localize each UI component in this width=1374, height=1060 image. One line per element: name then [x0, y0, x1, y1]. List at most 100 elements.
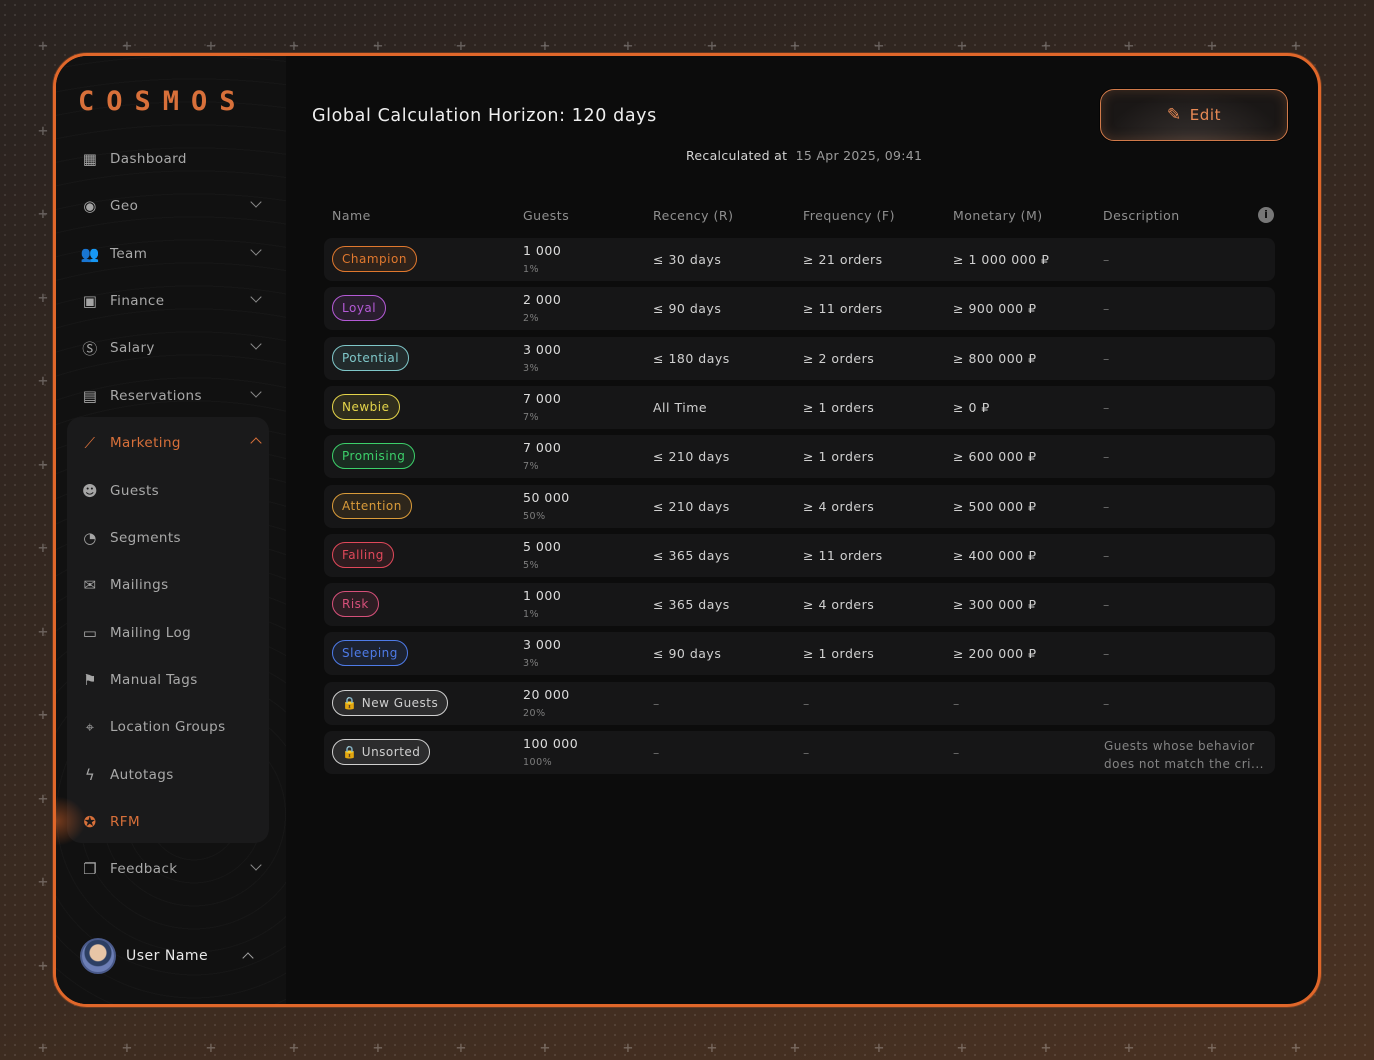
col-frequency[interactable]: Frequency (F): [803, 208, 895, 223]
user-menu[interactable]: User Name: [80, 938, 208, 974]
sidebar-item-guests[interactable]: ☻ Guests: [70, 471, 270, 511]
frequency-value: ≥ 1 orders: [803, 449, 875, 465]
grid-plus: +: [874, 1038, 884, 1057]
frequency-value: ≥ 4 orders: [803, 498, 875, 514]
sidebar-item-autotags[interactable]: ϟ Autotags: [70, 755, 270, 795]
sidebar-item-label: Salary: [110, 340, 155, 356]
table-row[interactable]: Newbie 7 000 7% All Time ≥ 1 orders ≥ 0 …: [324, 385, 1275, 429]
segment-badge[interactable]: Sleeping: [332, 640, 408, 667]
segment-badge[interactable]: Attention: [332, 492, 412, 519]
description-value: –: [1103, 695, 1110, 711]
sidebar-item-label: Guests: [110, 483, 160, 499]
grid-plus: +: [289, 1038, 299, 1057]
table-row[interactable]: 🔒 New Guests 20 000 20% – – – –: [324, 681, 1275, 725]
table-row[interactable]: Potential 3 000 3% ≤ 180 days ≥ 2 orders…: [324, 336, 1275, 380]
table-row[interactable]: Risk 1 000 1% ≤ 365 days ≥ 4 orders ≥ 30…: [324, 583, 1275, 627]
sidebar-item-label: Segments: [110, 530, 181, 546]
segment-badge[interactable]: Newbie: [332, 393, 400, 420]
segment-badge[interactable]: Loyal: [332, 295, 387, 322]
edit-button[interactable]: ✎ Edit: [1100, 89, 1288, 141]
description-value: –: [1103, 449, 1110, 465]
sidebar-item-location-groups[interactable]: ⌖ Location Groups: [70, 707, 270, 747]
segment-badge[interactable]: Risk: [332, 591, 379, 618]
grid-plus: +: [1124, 36, 1134, 55]
table-row[interactable]: 🔒 Unsorted 100 000 100% – – – Guests who…: [324, 731, 1275, 774]
grid-plus: +: [373, 36, 383, 55]
col-name[interactable]: Name: [332, 208, 371, 223]
description-value: –: [1103, 547, 1110, 563]
table-row[interactable]: Promising 7 000 7% ≤ 210 days ≥ 1 orders…: [324, 435, 1275, 479]
grid-plus: +: [707, 36, 717, 55]
info-icon[interactable]: i: [1258, 207, 1274, 223]
segment-badge[interactable]: Champion: [332, 246, 417, 272]
sidebar-item-salary[interactable]: Ⓢ Salary: [70, 328, 270, 368]
sidebar-item-feedback[interactable]: ❐ Feedback: [70, 849, 270, 889]
chevron-down-icon[interactable]: [250, 386, 262, 398]
table-row[interactable]: Sleeping 3 000 3% ≤ 90 days ≥ 1 orders ≥…: [324, 632, 1275, 676]
guests-percent: 3%: [523, 658, 540, 670]
guests-count: 7 000: [523, 440, 562, 456]
user-name: User Name: [126, 948, 209, 964]
sidebar-item-team[interactable]: 👥 Team: [70, 234, 270, 274]
grid-plus: +: [1207, 36, 1217, 55]
sidebar-item-manual-tags[interactable]: ⚑ Manual Tags: [70, 660, 270, 700]
recency-value: All Time: [653, 399, 708, 415]
col-description[interactable]: Description: [1103, 208, 1180, 223]
team-icon: 👥: [80, 245, 100, 263]
monetary-value: ≥ 900 000 ₽: [953, 301, 1037, 317]
sidebar-item-label: RFM: [110, 814, 140, 830]
table-row[interactable]: Loyal 2 000 2% ≤ 90 days ≥ 11 orders ≥ 9…: [324, 287, 1275, 331]
grid-plus: +: [1207, 1038, 1217, 1057]
guests-percent: 7%: [523, 411, 540, 423]
sidebar-item-dashboard[interactable]: ▦ Dashboard: [70, 139, 270, 179]
sidebar-item-segments[interactable]: ◔ Segments: [70, 518, 270, 558]
segment-badge[interactable]: 🔒 Unsorted: [332, 739, 431, 765]
chevron-down-icon[interactable]: [250, 244, 262, 256]
sidebar-item-geo[interactable]: ◉ Geo: [70, 186, 270, 226]
table-row[interactable]: Falling 5 000 5% ≤ 365 days ≥ 11 orders …: [324, 533, 1275, 577]
description-value: –: [1103, 350, 1110, 366]
chevron-down-icon[interactable]: [250, 859, 262, 871]
recency-value: ≤ 365 days: [653, 547, 730, 563]
grid-plus: +: [206, 1038, 216, 1057]
table-row[interactable]: Attention 50 000 50% ≤ 210 days ≥ 4 orde…: [324, 484, 1275, 528]
col-guests[interactable]: Guests: [523, 208, 569, 223]
guests-count: 100 000: [523, 736, 579, 751]
grid-plus: +: [122, 36, 132, 55]
logo: COSMOS: [78, 86, 248, 117]
grid-plus: +: [623, 1038, 633, 1057]
segment-badge[interactable]: 🔒 New Guests: [332, 689, 449, 716]
col-recency[interactable]: Recency (R): [653, 208, 733, 223]
chevron-up-icon[interactable]: [242, 952, 254, 964]
description-value: –: [1103, 399, 1110, 415]
guests-icon: ☻: [81, 482, 99, 500]
guests-count: 3 000: [523, 637, 562, 653]
table-row[interactable]: Champion 1 000 1% ≤ 30 days ≥ 21 orders …: [324, 238, 1275, 281]
guests-count: 50 000: [523, 489, 570, 505]
chevron-down-icon[interactable]: [250, 196, 262, 208]
chevron-down-icon[interactable]: [250, 291, 262, 303]
chevron-down-icon[interactable]: [250, 338, 262, 350]
guests-percent: 100%: [523, 757, 553, 768]
col-monetary[interactable]: Monetary (M): [953, 208, 1043, 223]
sidebar-item-mailings[interactable]: ✉ Mailings: [70, 565, 270, 605]
recalculated-info: Recalculated at 15 Apr 2025, 09:41: [686, 148, 923, 163]
sidebar-item-finance[interactable]: ▣ Finance: [70, 281, 270, 321]
chevron-up-icon[interactable]: [250, 437, 262, 449]
segment-badge[interactable]: Falling: [332, 541, 394, 568]
monetary-value: ≥ 1 000 000 ₽: [953, 252, 1050, 267]
sidebar-item-marketing[interactable]: ⟋ Marketing: [70, 423, 270, 463]
sidebar-item-rfm[interactable]: ✪ RFM: [70, 802, 270, 842]
marketing-icon: ⟋: [84, 434, 96, 452]
grid-plus: +: [38, 455, 48, 474]
guests-percent: 5%: [523, 559, 540, 571]
grid-plus: +: [38, 36, 48, 55]
segment-badge[interactable]: Potential: [332, 344, 410, 371]
segment-badge[interactable]: Promising: [332, 443, 416, 470]
sidebar-item-reservations[interactable]: ▤ Reservations: [70, 376, 270, 416]
grid-plus: +: [38, 288, 48, 307]
guests-count: 5 000: [523, 538, 562, 554]
sidebar-item-mailing-log[interactable]: ▭ Mailing Log: [70, 613, 270, 653]
grid-plus: +: [38, 538, 48, 557]
grid-plus: +: [456, 1038, 466, 1057]
